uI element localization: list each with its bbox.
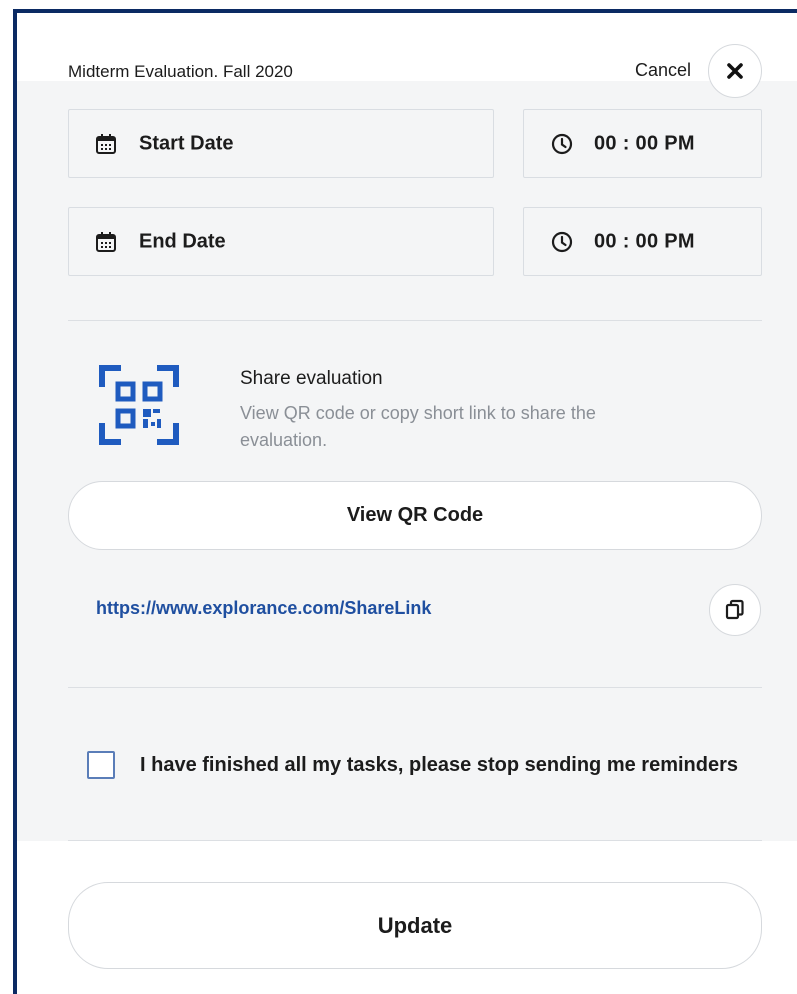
end-date-label: End Date — [139, 230, 226, 252]
share-description: View QR code or copy short link to share… — [240, 403, 596, 450]
copy-icon — [725, 599, 744, 620]
cancel-label[interactable]: Cancel — [635, 60, 691, 81]
end-date-field[interactable]: End Date — [68, 207, 494, 276]
start-date-label: Start Date — [139, 132, 234, 154]
divider — [68, 840, 762, 841]
close-icon — [727, 63, 743, 79]
close-button[interactable] — [708, 44, 762, 98]
end-time-value: 00 : 00 PM — [594, 230, 695, 252]
dialog-body — [17, 81, 797, 841]
stop-reminders-checkbox[interactable] — [87, 751, 115, 779]
clock-icon — [551, 133, 573, 154]
divider — [68, 320, 762, 321]
calendar-icon — [96, 231, 116, 252]
stop-reminders-label[interactable]: I have finished all my tasks, please sto… — [140, 754, 738, 777]
start-time-field[interactable]: 00 : 00 PM — [523, 109, 762, 178]
start-date-field[interactable]: Start Date — [68, 109, 494, 178]
update-button[interactable]: Update — [68, 882, 762, 969]
clock-icon — [551, 231, 573, 252]
dialog-title: Midterm Evaluation. Fall 2020 — [68, 62, 293, 81]
copy-link-button[interactable] — [709, 584, 761, 636]
divider — [68, 687, 762, 688]
calendar-icon — [96, 133, 116, 154]
qr-code-icon — [99, 365, 179, 445]
start-time-value: 00 : 00 PM — [594, 132, 695, 154]
view-qr-code-button[interactable]: View QR Code — [68, 481, 762, 550]
share-link[interactable]: https://www.explorance.com/ShareLink — [96, 598, 431, 619]
end-time-field[interactable]: 00 : 00 PM — [523, 207, 762, 276]
share-title: Share evaluation — [240, 368, 383, 389]
